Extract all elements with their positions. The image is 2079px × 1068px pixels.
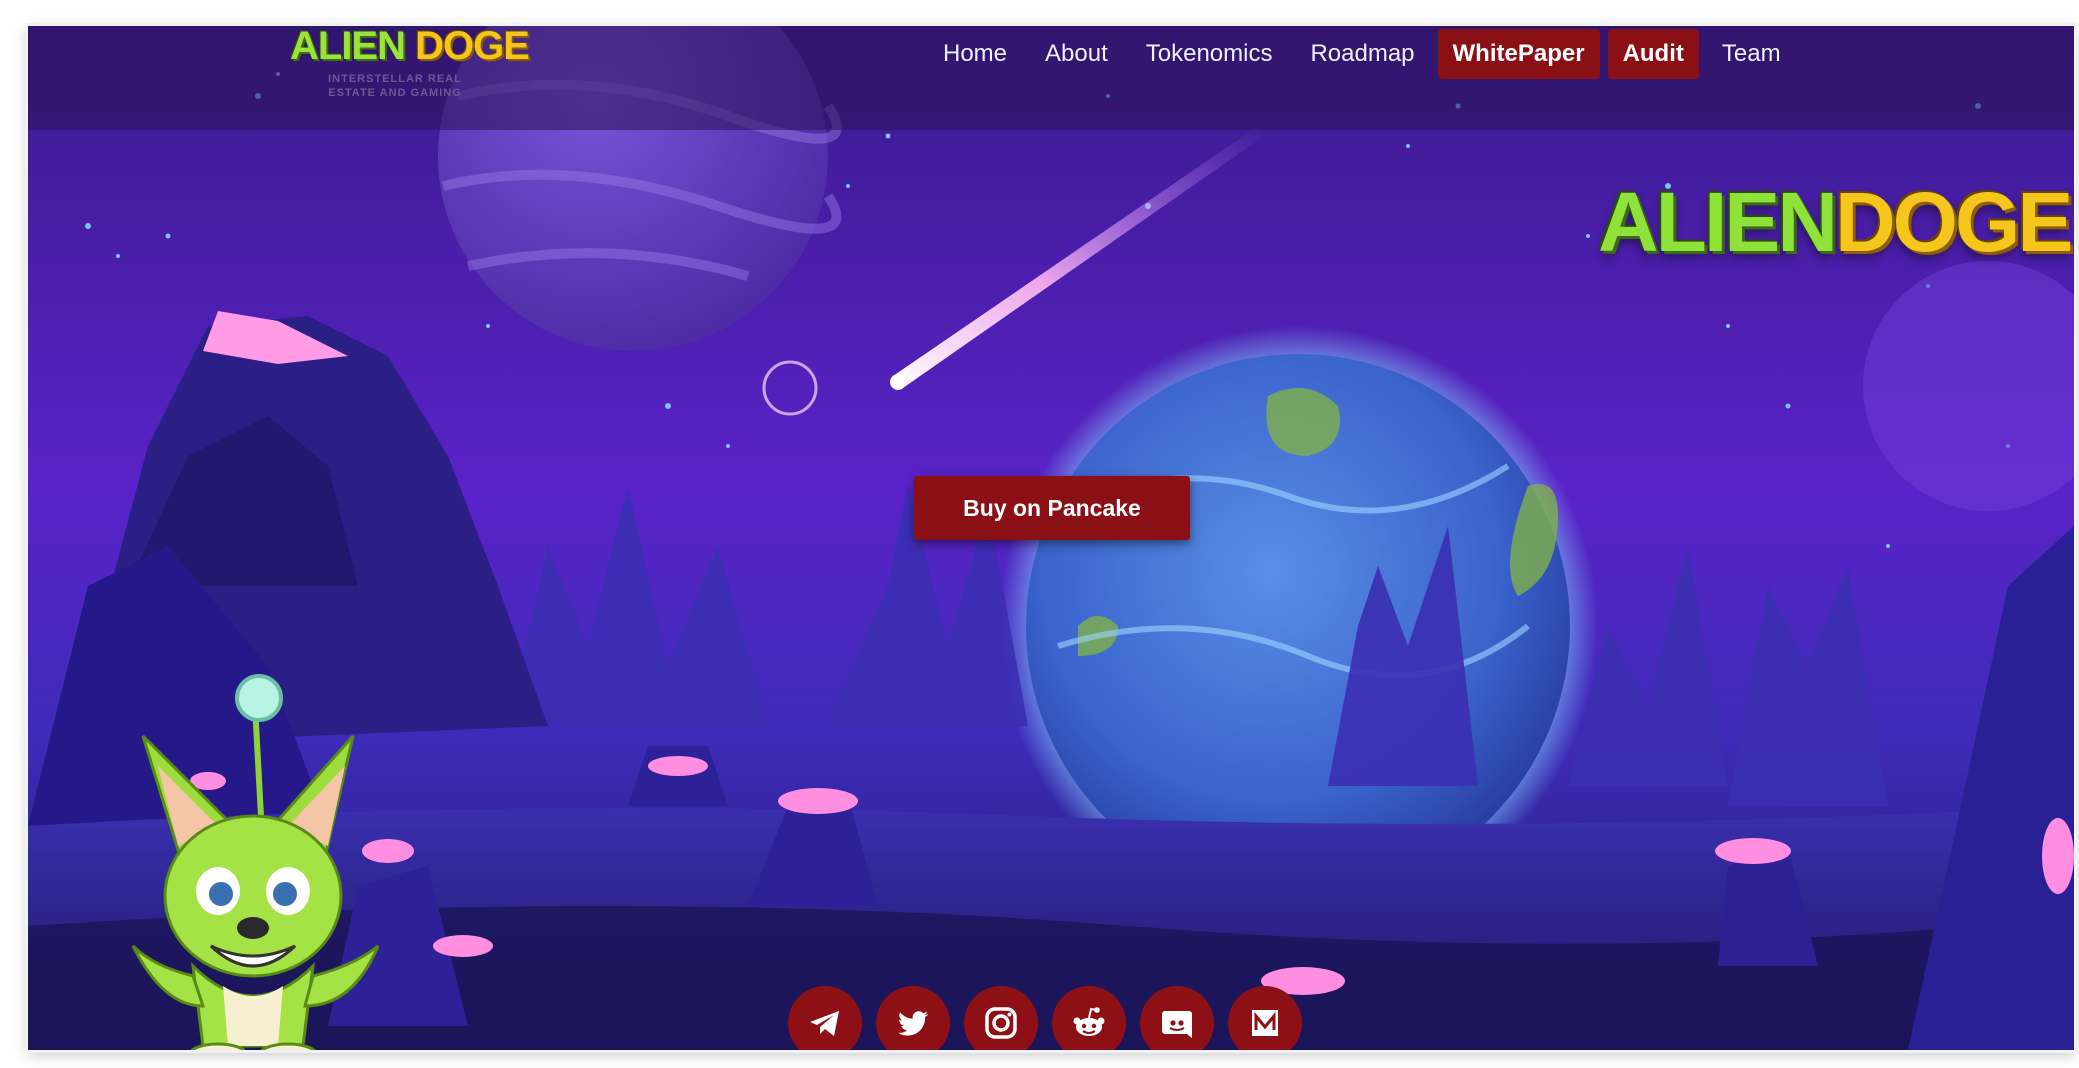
main-menu: Home About Tokenomics Roadmap WhitePaper… xyxy=(928,26,1796,82)
discord-link[interactable] xyxy=(1140,986,1214,1050)
medium-icon xyxy=(1252,1010,1278,1036)
logo-word-doge: DOGE xyxy=(415,26,530,68)
instagram-icon xyxy=(985,1007,1017,1039)
reddit-icon xyxy=(1073,1007,1105,1036)
social-links xyxy=(788,986,1302,1050)
buy-on-pancake-button[interactable]: Buy on Pancake xyxy=(914,476,1190,540)
reddit-link[interactable] xyxy=(1052,986,1126,1050)
twitter-link[interactable] xyxy=(876,986,950,1050)
logo-word-alien: ALIEN xyxy=(290,26,406,68)
nav-audit-button[interactable]: Audit xyxy=(1607,29,1699,79)
nav-about[interactable]: About xyxy=(1030,29,1123,79)
instagram-link[interactable] xyxy=(964,986,1038,1050)
logo-large-word-alien: ALIEN xyxy=(1598,175,1838,269)
telegram-link[interactable] xyxy=(788,986,862,1050)
nav-tokenomics[interactable]: Tokenomics xyxy=(1131,29,1288,79)
top-nav-bar: ALIEN DOGE INTERSTELLAR REAL ESTATE AND … xyxy=(28,26,2074,130)
alien-doge-logo-large: ALIENDOGE xyxy=(1598,174,2073,284)
medium-link[interactable] xyxy=(1228,986,1302,1050)
nav-team[interactable]: Team xyxy=(1707,29,1796,79)
logo-tagline: INTERSTELLAR REAL ESTATE AND GAMING xyxy=(328,73,462,99)
nav-roadmap[interactable]: Roadmap xyxy=(1295,29,1429,79)
telegram-icon xyxy=(810,1011,839,1036)
alien-doge-mascot xyxy=(131,674,380,1050)
discord-icon xyxy=(1162,1011,1192,1038)
logo-large-word-doge: DOGE xyxy=(1835,175,2073,269)
alien-doge-logo-small[interactable]: ALIEN DOGE INTERSTELLAR REAL ESTATE AND … xyxy=(290,26,530,134)
website-viewport: ALIEN DOGE INTERSTELLAR REAL ESTATE AND … xyxy=(28,26,2074,1050)
logo-wordmark: ALIEN DOGE xyxy=(290,26,530,69)
nav-whitepaper-button[interactable]: WhitePaper xyxy=(1437,29,1600,79)
nav-home[interactable]: Home xyxy=(928,29,1022,79)
twitter-icon xyxy=(898,1011,929,1036)
